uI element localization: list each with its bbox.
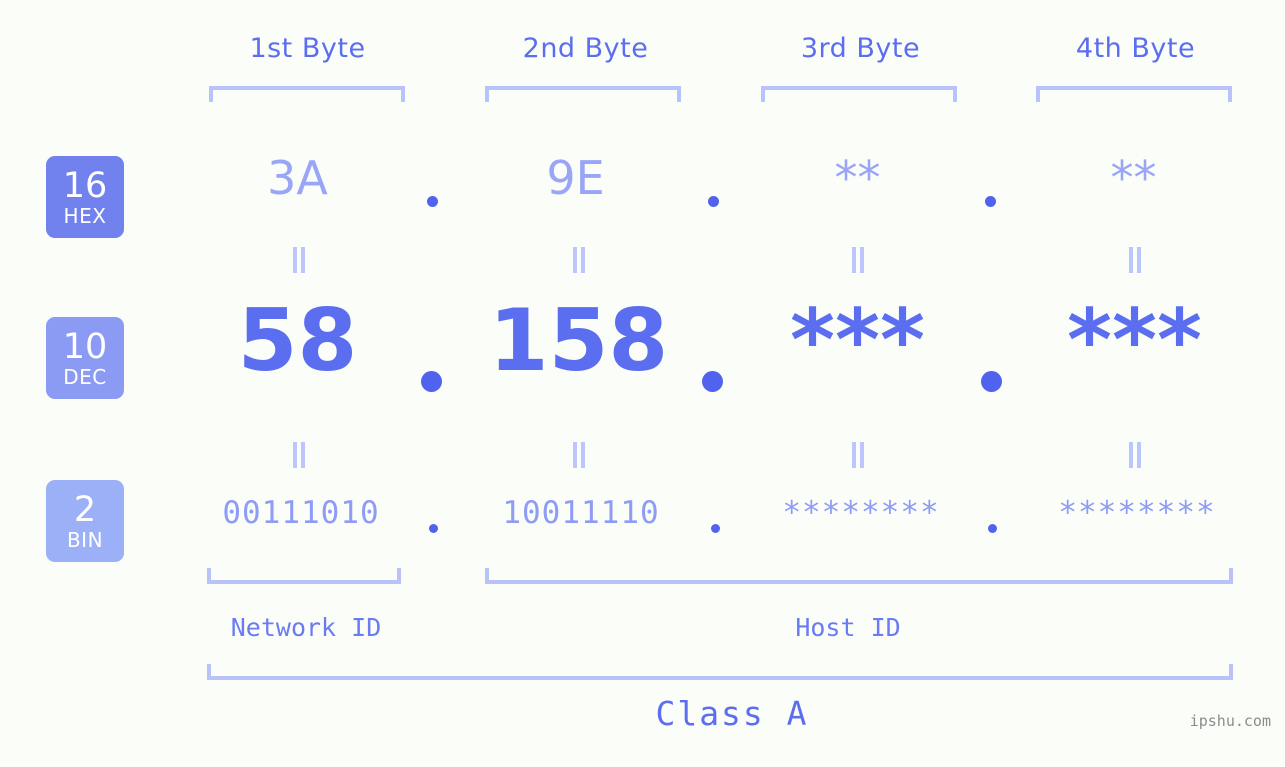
network-id-bracket: [207, 568, 401, 584]
base-badge-bin-label: BIN: [66, 527, 104, 552]
base-badge-dec-number: 10: [62, 326, 108, 367]
bin-byte-2: 10011110: [502, 495, 660, 531]
equals-connector-hex-dec-3: [851, 247, 867, 273]
dec-byte-4: ***: [1067, 291, 1202, 391]
equals-connector-dec-bin-3: [851, 442, 867, 468]
bin-separator-dot-2: [711, 524, 720, 533]
hex-separator-dot-1: [427, 196, 438, 207]
byte-header-1: 1st Byte: [249, 33, 366, 64]
equals-connector-hex-dec-1: [292, 247, 308, 273]
byte-bracket-1: [209, 86, 405, 102]
bin-byte-1: 00111010: [222, 495, 380, 531]
equals-connector-dec-bin-4: [1128, 442, 1144, 468]
bin-byte-4: ********: [1058, 495, 1216, 531]
base-badge-bin: 2 BIN: [46, 480, 124, 562]
equals-connector-hex-dec-2: [572, 247, 588, 273]
class-bracket: [207, 664, 1233, 680]
byte-bracket-3: [761, 86, 957, 102]
hex-separator-dot-2: [708, 196, 719, 207]
dec-byte-3: ***: [790, 291, 925, 391]
dec-separator-dot-2: [702, 371, 723, 392]
dec-byte-1: 58: [237, 291, 358, 391]
base-badge-hex-label: HEX: [63, 203, 107, 228]
site-watermark: ipshu.com: [1189, 712, 1271, 730]
hex-separator-dot-3: [985, 196, 996, 207]
base-badge-bin-number: 2: [73, 489, 97, 530]
network-id-label: Network ID: [230, 613, 382, 642]
host-id-label: Host ID: [795, 613, 901, 642]
ip-address-breakdown-diagram: 1st Byte 2nd Byte 3rd Byte 4th Byte 16 H…: [0, 0, 1285, 767]
byte-header-3: 3rd Byte: [800, 33, 921, 64]
equals-connector-dec-bin-1: [292, 442, 308, 468]
hex-byte-4: **: [1110, 151, 1157, 205]
bin-byte-3: ********: [782, 495, 940, 531]
base-badge-dec-label: DEC: [63, 364, 107, 389]
host-id-bracket: [485, 568, 1233, 584]
dec-byte-2: 158: [488, 291, 669, 391]
byte-bracket-4: [1036, 86, 1232, 102]
hex-byte-2: 9E: [546, 151, 605, 205]
base-badge-dec: 10 DEC: [46, 317, 124, 399]
bin-separator-dot-3: [988, 524, 997, 533]
byte-bracket-2: [485, 86, 681, 102]
equals-connector-hex-dec-4: [1128, 247, 1144, 273]
bin-separator-dot-1: [429, 524, 438, 533]
base-badge-hex: 16 HEX: [46, 156, 124, 238]
hex-byte-3: **: [834, 151, 881, 205]
byte-header-4: 4th Byte: [1075, 33, 1196, 64]
base-badge-hex-number: 16: [62, 165, 108, 206]
equals-connector-dec-bin-2: [572, 442, 588, 468]
hex-byte-1: 3A: [267, 151, 328, 205]
dec-separator-dot-1: [421, 371, 442, 392]
byte-header-2: 2nd Byte: [522, 33, 649, 64]
class-label: Class A: [655, 694, 809, 733]
dec-separator-dot-3: [981, 371, 1002, 392]
